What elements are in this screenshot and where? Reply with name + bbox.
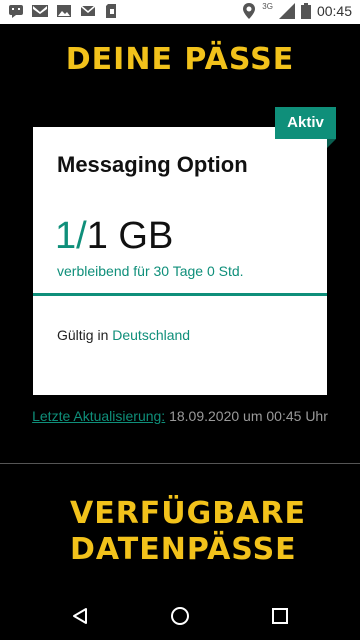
remaining-time-text: verbleibend für 30 Tage 0 Std. <box>57 263 244 279</box>
badge-fold <box>327 139 336 148</box>
home-button[interactable] <box>160 600 200 632</box>
clock: 00:45 <box>316 3 352 19</box>
recents-button[interactable] <box>260 600 300 632</box>
data-amount: 1 / 1 GB <box>55 215 173 258</box>
location-icon <box>243 3 256 19</box>
battery-icon <box>300 3 311 19</box>
last-update-timestamp: 18.09.2020 um 00:45 Uhr <box>169 408 328 424</box>
back-button[interactable] <box>60 600 100 632</box>
back-icon <box>73 608 87 624</box>
data-remaining: 1 <box>55 215 77 257</box>
signal-icon <box>278 3 295 19</box>
image-icon <box>57 5 71 17</box>
status-badge: Aktiv <box>275 107 336 139</box>
mail-icon <box>80 5 96 16</box>
pass-card[interactable]: Messaging Option 1 / 1 GB verbleibend fü… <box>33 127 327 395</box>
data-progress-bar <box>33 293 327 296</box>
pass-title: Messaging Option <box>57 152 248 177</box>
message-icon <box>9 5 23 18</box>
section-divider <box>0 463 360 464</box>
validity-country: Deutschland <box>112 327 191 343</box>
heading-available-passes: VERFÜGBARE DATENPÄSSE <box>0 496 360 568</box>
status-bar: 3G 00:45 <box>0 0 360 24</box>
validity-text: Gültig in Deutschland <box>57 327 190 343</box>
recents-icon <box>272 608 288 624</box>
data-separator: / <box>76 215 87 257</box>
sim-icon <box>106 4 116 18</box>
gmail-icon <box>32 5 48 17</box>
last-update: Letzte Aktualisierung: 18.09.2020 um 00:… <box>0 408 360 424</box>
data-progress-fill <box>33 293 327 296</box>
last-update-link[interactable]: Letzte Aktualisierung: <box>32 408 165 424</box>
network-type: 3G <box>262 1 273 11</box>
navigation-bar <box>0 592 360 640</box>
heading-your-passes: DEINE PÄSSE <box>65 42 295 77</box>
heading-available-text: VERFÜGBARE DATENPÄSSE <box>70 496 306 567</box>
data-total: 1 GB <box>86 215 174 257</box>
home-icon <box>171 607 189 625</box>
validity-prefix: Gültig in <box>57 327 109 343</box>
